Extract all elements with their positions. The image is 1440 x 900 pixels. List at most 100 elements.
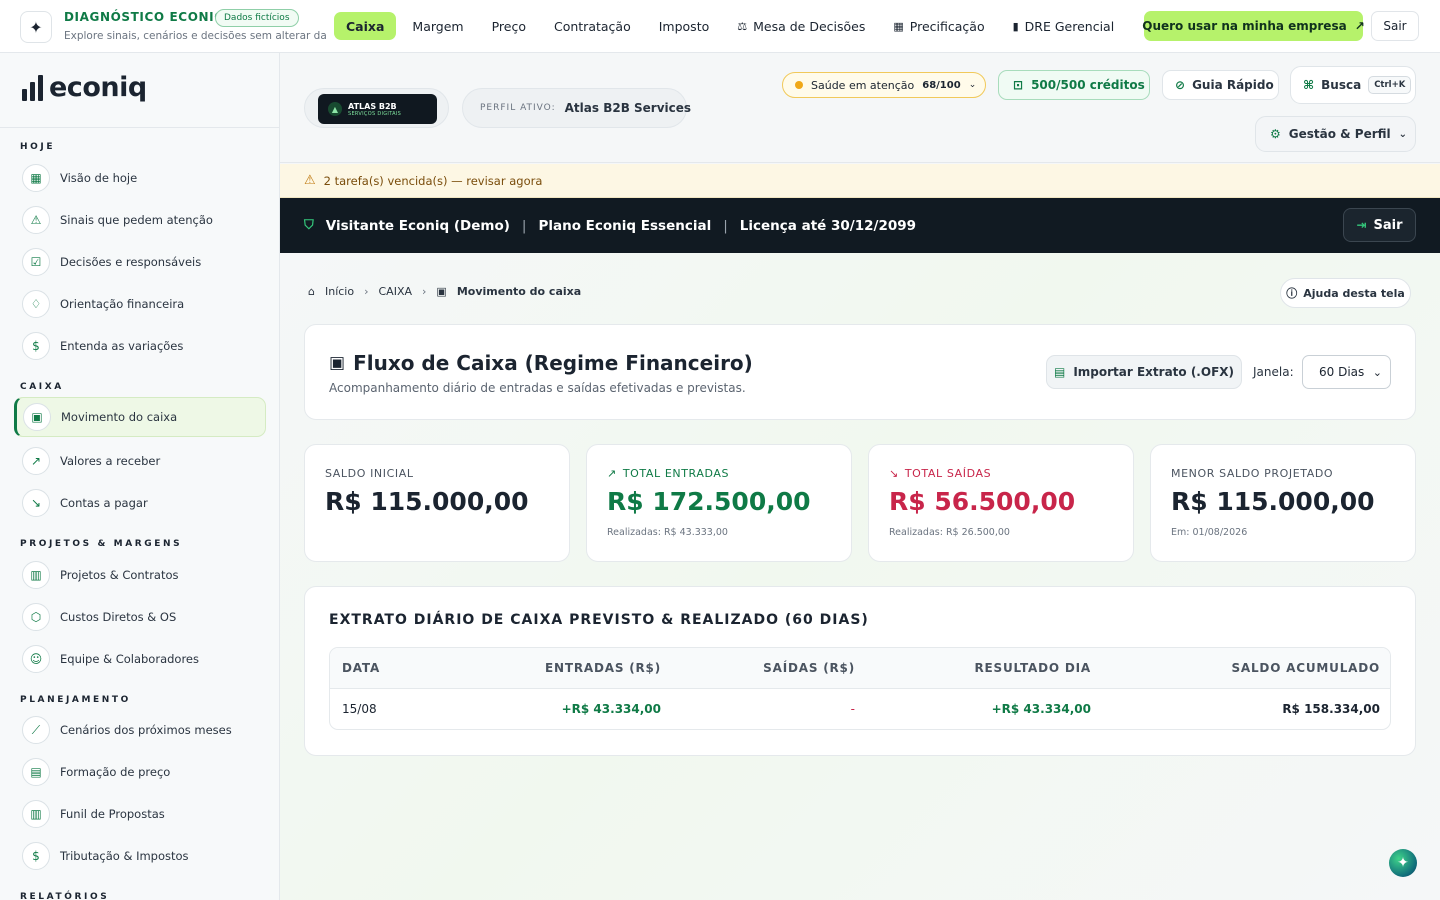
use-in-company-button[interactable]: Quero usar na minha empresa ↗ <box>1142 11 1365 41</box>
separator: | <box>521 217 527 234</box>
logout-icon: ⇥ <box>1356 218 1367 232</box>
brand-subtitle: Explore sinais, cenários e decisões sem … <box>64 30 326 42</box>
window-value: 60 Dias <box>1319 365 1365 379</box>
sidebar-item-valores-a-receber[interactable]: ↗ Valores a receber <box>14 441 266 481</box>
sidebar-item-decisoes[interactable]: ☑ Decisões e responsáveis <box>14 242 266 282</box>
command-icon: ⌘ <box>1303 78 1315 92</box>
tab-imposto[interactable]: Imposto <box>647 12 722 40</box>
robot-icon: ⊡ <box>1013 78 1024 92</box>
kpi-value: R$ 172.500,00 <box>607 487 811 516</box>
breadcrumb-home[interactable]: Início <box>325 285 354 298</box>
dollar-doc-icon: $ <box>22 842 50 870</box>
bank-icon: ▤ <box>1053 365 1066 379</box>
cube-icon: ⬡ <box>22 603 50 631</box>
shield-check-icon: ⛉ <box>304 218 314 233</box>
cell-date: 15/08 <box>342 702 377 716</box>
sidebar-item-equipe[interactable]: ☺ Equipe & Colaboradores <box>14 639 266 679</box>
funnel-icon: ▥ <box>22 800 50 828</box>
health-score: 68/100 <box>922 79 961 91</box>
import-statement-button[interactable]: ▤ Importar Extrato (.OFX) <box>1046 355 1242 389</box>
arrow-up-right-icon: ↗ <box>607 467 617 480</box>
account-logout-button[interactable]: ⇥ Sair <box>1343 208 1416 242</box>
logo-text: econiq <box>49 72 147 103</box>
daily-statement-card: EXTRATO DIÁRIO DE CAIXA PREVISTO & REALI… <box>304 586 1416 756</box>
kpi-subtext: Realizadas: R$ 43.333,00 <box>607 527 728 538</box>
kpi-value: R$ 56.500,00 <box>889 487 1076 516</box>
checkbox-icon: ☑ <box>22 248 50 276</box>
column-header: ENTRADAS (R$) <box>545 661 661 675</box>
sidebar-item-variacoes[interactable]: $ Entenda as variações <box>14 326 266 366</box>
tab-dre-gerencial[interactable]: ▮ DRE Gerencial <box>1001 12 1127 40</box>
screen-help-button[interactable]: ⓘ Ajuda desta tela <box>1280 278 1411 308</box>
profile-value: Atlas B2B Services <box>564 101 692 115</box>
compass-icon: ⊘ <box>1175 78 1186 92</box>
account-license: Licença até 30/12/2099 <box>739 217 917 234</box>
credits-button[interactable]: ⊡ 500/500 créditos <box>998 70 1150 100</box>
org-logo-line2: SERVIÇOS DIGITAIS <box>348 110 402 117</box>
sidebar-item-projetos-contratos[interactable]: ▥ Projetos & Contratos <box>14 555 266 595</box>
window-select[interactable]: 60 Dias ⌄ <box>1302 355 1391 389</box>
management-profile-button[interactable]: ⚙ Gestão & Perfil ⌄ <box>1255 116 1416 152</box>
kpi-card-total-inflows: ↗ TOTAL ENTRADAS R$ 172.500,00 Realizadas… <box>586 444 852 562</box>
sidebar-item-visao-de-hoje[interactable]: ▦ Visão de hoje <box>14 158 266 198</box>
quick-guide-button[interactable]: ⊘ Guia Rápido <box>1162 70 1279 100</box>
sidebar-item-label: Entenda as variações <box>60 339 184 353</box>
sidebar-divider <box>0 127 279 128</box>
search-shortcut: Ctrl+K <box>1368 76 1412 94</box>
sidebar-item-label: Cenários dos próximos meses <box>60 723 232 737</box>
wallet-icon: ▣ <box>436 285 447 298</box>
help-label: Ajuda desta tela <box>1303 286 1405 300</box>
sidebar-item-label: Tributação & Impostos <box>60 849 189 863</box>
tab-label: Caixa <box>346 18 385 34</box>
sidebar-item-formacao-de-preco[interactable]: ▤ Formação de preço <box>14 752 266 792</box>
sidebar-item-label: Formação de preço <box>60 765 171 779</box>
top-logout-button[interactable]: Sair <box>1371 11 1419 41</box>
tab-mesa-de-decisoes[interactable]: ⚖ Mesa de Decisões <box>725 12 877 40</box>
management-label: Gestão & Perfil <box>1288 127 1391 141</box>
org-switcher[interactable]: ▲ ATLAS B2B SERVIÇOS DIGITAIS <box>304 88 449 128</box>
sidebar-item-movimento-do-caixa[interactable]: ▣ Movimento do caixa <box>14 397 266 437</box>
sidebar-item-orientacao[interactable]: ♢ Orientação financeira <box>14 284 266 324</box>
kpi-label-text: TOTAL ENTRADAS <box>622 467 730 480</box>
overdue-tasks-alert[interactable]: ⚠ 2 tarefa(s) vencida(s) — revisar agora <box>280 164 1440 198</box>
top-nav-tabs: Caixa Margem Preço Contratação Imposto ⚖… <box>334 12 1126 42</box>
account-plan: Plano Econiq Essencial <box>538 217 712 234</box>
sidebar-item-label: Visão de hoje <box>60 171 138 185</box>
active-profile[interactable]: PERFIL ATIVO: Atlas B2B Services <box>462 88 691 128</box>
sidebar-section-caixa: CAIXA <box>20 382 64 392</box>
breadcrumb-section[interactable]: CAIXA <box>379 285 413 298</box>
sidebar-item-custos-diretos[interactable]: ⬡ Custos Diretos & OS <box>14 597 266 637</box>
sidebar-item-contas-a-pagar[interactable]: ↘ Contas a pagar <box>14 483 266 523</box>
sidebar-item-funil[interactable]: ▥ Funil de Propostas <box>14 794 266 834</box>
econiq-logo[interactable]: econiq <box>22 72 147 103</box>
window-label: Janela: <box>1253 365 1294 379</box>
sidebar-item-label: Equipe & Colaboradores <box>60 652 199 666</box>
trend-down-icon: ↘ <box>22 489 50 517</box>
sidebar-item-label: Orientação financeira <box>60 297 185 311</box>
alert-text: 2 tarefa(s) vencida(s) — revisar agora <box>323 173 543 188</box>
sidebar-item-label: Contas a pagar <box>60 496 148 510</box>
tab-contratacao[interactable]: Contratação <box>542 12 643 40</box>
tab-precificacao[interactable]: ▦ Precificação <box>881 12 996 40</box>
statement-table: DATA ENTRADAS (R$) SAÍDAS (R$) RESULTADO… <box>329 647 1391 730</box>
sidebar-item-sinais[interactable]: ⚠ Sinais que pedem atenção <box>14 200 266 240</box>
kpi-value: R$ 115.000,00 <box>325 487 529 516</box>
guide-label: Guia Rápido <box>1192 78 1274 92</box>
search-button[interactable]: ⌘ Busca Ctrl+K <box>1290 66 1416 104</box>
help-circle-icon: ⓘ <box>1286 287 1298 300</box>
sparkle-icon[interactable]: ✦ <box>20 11 52 43</box>
org-logo: ▲ ATLAS B2B SERVIÇOS DIGITAIS <box>318 94 437 124</box>
tab-preco[interactable]: Preço <box>480 12 538 40</box>
tab-label: Margem <box>412 18 464 34</box>
chart-box-icon: ▥ <box>22 561 50 589</box>
wallet-icon: ▣ <box>329 353 346 373</box>
assistant-sparkle-icon[interactable]: ✦ <box>1389 849 1417 877</box>
logout-label: Sair <box>1373 217 1403 233</box>
sidebar-item-cenarios[interactable]: ⟋ Cenários dos próximos meses <box>14 710 266 750</box>
sidebar-item-label: Valores a receber <box>60 454 161 468</box>
tab-caixa[interactable]: Caixa <box>334 12 397 40</box>
gear-icon: ⚙ <box>1270 127 1281 141</box>
health-status-button[interactable]: Saúde em atenção 68/100 ⌄ <box>782 72 986 98</box>
sidebar-item-tributacao[interactable]: $ Tributação & Impostos <box>14 836 266 876</box>
tab-margem[interactable]: Margem <box>400 12 475 40</box>
